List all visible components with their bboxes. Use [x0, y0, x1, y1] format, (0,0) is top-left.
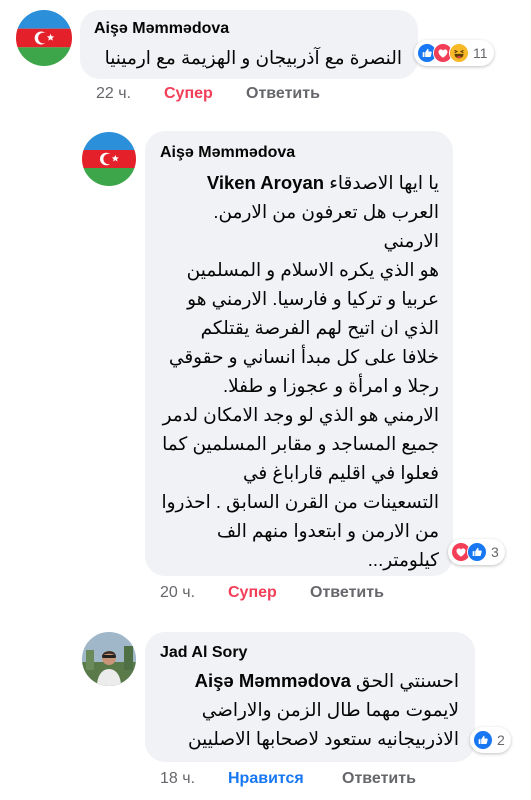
- comment-time[interactable]: 18 ч.: [160, 770, 195, 788]
- comment-line: جميع المساجد و مقابر المسلمين كما: [162, 433, 439, 454]
- like-icon: [467, 542, 487, 562]
- reply-button[interactable]: Ответить: [310, 584, 384, 602]
- reaction-summary[interactable]: 11: [414, 40, 494, 66]
- reaction-summary[interactable]: 2: [470, 727, 511, 753]
- avatar-azerbaijan-flag[interactable]: [16, 10, 72, 66]
- reply-button[interactable]: Ответить: [246, 85, 320, 103]
- man-photo-icon: [82, 632, 136, 686]
- comment-text: النصرة مع آذربيجان و الهزيمة مع ارمينيا: [104, 47, 402, 68]
- comment-line: يا ايها الاصدقاء Viken Aroyan: [206, 172, 439, 193]
- reaction-count: 11: [473, 45, 488, 61]
- comment-line: هو الذي يكره الاسلام و المسلمين: [186, 259, 439, 280]
- reply-button[interactable]: Ответить: [342, 770, 416, 788]
- comment-line: احسنتي الحق Aişə Məmmədova: [194, 670, 459, 691]
- comment-line: الذي ان اتيح لهم الفرصة يقتلكم: [200, 317, 439, 338]
- comment-text: يا ايها الاصدقاء Viken Aroyan العرب هل ت…: [155, 168, 439, 574]
- comment-bubble: Jad Al Sory احسنتي الحق Aişə Məmmədova ل…: [145, 632, 475, 762]
- like-icon: [473, 730, 493, 750]
- reaction-summary[interactable]: 3: [448, 539, 505, 565]
- haha-icon: [449, 43, 469, 63]
- reaction-button[interactable]: Нравится: [228, 770, 304, 788]
- comment-time[interactable]: 22 ч.: [96, 85, 131, 103]
- comment-bubble: Aişə Məmmədova النصرة مع آذربيجان و الهز…: [80, 10, 418, 79]
- comment-author[interactable]: Jad Al Sory: [160, 644, 247, 662]
- comment-line: خلافا على كل مبدأ انساني و حقوقي: [168, 346, 439, 367]
- reaction-button[interactable]: Супер: [164, 85, 213, 103]
- comment-line: لايموت مهما طال الزمن والاراضي: [201, 699, 459, 720]
- comment-line: التسعينات من القرن السابق . احذروا: [161, 491, 439, 512]
- comment-time[interactable]: 20 ч.: [160, 584, 195, 602]
- comment-line: فعلوا في اقليم قاراباغ في: [242, 462, 439, 483]
- comment-line: من الارمن و ابتعدوا منهم الف: [216, 520, 439, 541]
- reaction-button[interactable]: Супер: [228, 584, 277, 602]
- comment-author[interactable]: Aişə Məmmədova: [94, 20, 229, 38]
- avatar-user-photo[interactable]: [82, 632, 136, 686]
- comment-line: رجلا و امرأة و عجوزا و طفلا.: [222, 375, 439, 396]
- mention-link[interactable]: Aişə Məmmədova: [195, 670, 351, 691]
- comment-line: عربيا و تركيا و فارسيا. الارمني هو: [187, 288, 439, 309]
- reaction-count: 2: [497, 732, 505, 748]
- reaction-count: 3: [491, 544, 499, 560]
- mention-link[interactable]: Viken Aroyan: [207, 172, 324, 193]
- comment-line: الاذربيجانيه ستعود لاصحابها الاصليين: [188, 728, 459, 749]
- comment-text: احسنتي الحق Aişə Məmmədova لايموت مهما ط…: [155, 666, 459, 753]
- comment-line: كيلومتر...: [367, 549, 439, 570]
- comment-bubble: Aişə Məmmədova يا ايها الاصدقاء Viken Ar…: [145, 131, 453, 576]
- avatar-azerbaijan-flag[interactable]: [82, 132, 136, 186]
- comment-line: الارمني هو الذي لو وجد الامكان لدمر: [162, 404, 439, 425]
- comment-author[interactable]: Aişə Məmmədova: [160, 144, 295, 162]
- comment-line: العرب هل تعرفون من الارمن. الارمني: [213, 201, 439, 251]
